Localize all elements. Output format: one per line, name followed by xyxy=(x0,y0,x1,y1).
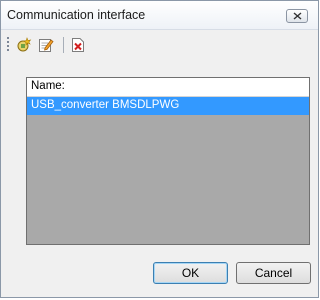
interface-list[interactable]: Name: USB_converter BMSDLPWG xyxy=(26,77,310,245)
list-item-name: USB_converter BMSDLPWG xyxy=(31,99,180,111)
column-header-name[interactable]: Name: xyxy=(31,80,65,92)
communication-interface-dialog: Communication interface Name: USB_conver… xyxy=(0,0,319,298)
delete-button[interactable] xyxy=(69,36,87,54)
toolbar xyxy=(1,31,318,59)
delete-icon xyxy=(72,38,84,52)
ok-button[interactable]: OK xyxy=(153,262,228,284)
close-icon xyxy=(293,12,301,20)
close-button[interactable] xyxy=(286,9,308,23)
add-connection-icon xyxy=(17,37,32,52)
edit-button[interactable] xyxy=(37,36,55,54)
toolbar-separator xyxy=(63,37,64,53)
cancel-button[interactable]: Cancel xyxy=(236,262,311,284)
list-item[interactable]: USB_converter BMSDLPWG xyxy=(27,97,309,115)
window-title: Communication interface xyxy=(7,8,146,22)
edit-icon xyxy=(39,39,54,52)
add-button[interactable] xyxy=(15,36,33,54)
toolbar-grip[interactable] xyxy=(7,37,9,53)
title-bar[interactable]: Communication interface xyxy=(1,1,318,30)
list-header[interactable]: Name: xyxy=(27,78,309,97)
